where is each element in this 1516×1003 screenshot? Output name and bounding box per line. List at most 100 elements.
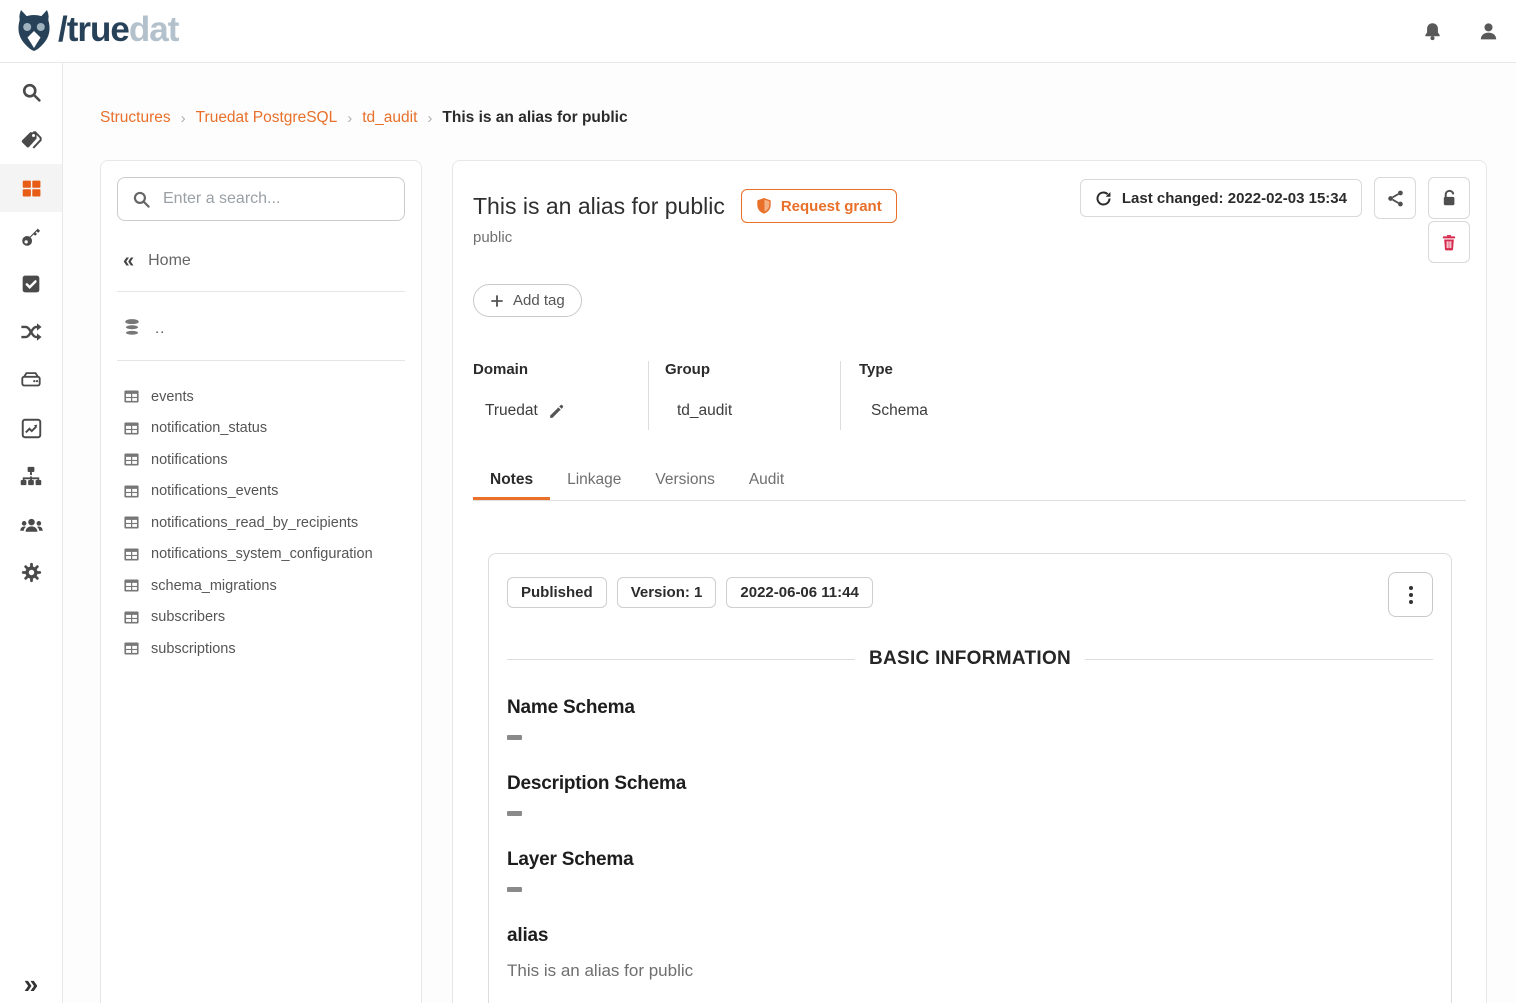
chevron-right-icon: ›	[347, 110, 352, 127]
nav-taxonomy-button[interactable]	[0, 452, 62, 500]
nav-structures-button[interactable]	[0, 164, 62, 212]
empty-value-dash	[507, 735, 522, 740]
edit-domain-button[interactable]	[548, 403, 565, 420]
table-icon	[123, 546, 140, 563]
nav-settings-button[interactable]	[0, 548, 62, 596]
nav-search-button[interactable]	[0, 68, 62, 116]
section-title: BASIC INFORMATION	[869, 648, 1071, 670]
structure-actions: Last changed: 2022-02-03 15:34	[1080, 177, 1470, 263]
user-account-button[interactable]	[1460, 0, 1516, 63]
type-value: Schema	[871, 402, 928, 420]
meta-type: Type Schema	[841, 361, 1466, 430]
explorer-parent-item[interactable]: ..	[123, 318, 399, 338]
table-list-item[interactable]: schema_migrations	[117, 570, 405, 602]
plus-icon	[490, 294, 504, 308]
field-label: Description Schema	[507, 773, 1433, 795]
tab-notes[interactable]: Notes	[473, 464, 550, 500]
table-icon	[123, 640, 140, 657]
date-badge: 2022-06-06 11:44	[726, 577, 872, 608]
field-value: This is an alias for public	[507, 961, 1433, 981]
refresh-icon	[1095, 190, 1112, 207]
table-list-item[interactable]: subscribers	[117, 602, 405, 634]
truedat-logo[interactable]: /truedat	[14, 8, 178, 52]
table-list-item[interactable]: notification_status	[117, 413, 405, 445]
request-grant-button[interactable]: Request grant	[741, 189, 897, 223]
gear-icon	[21, 562, 42, 583]
chevron-double-right-icon: »	[24, 969, 38, 999]
table-name: notification_status	[151, 420, 267, 436]
sitemap-icon	[20, 465, 42, 487]
note-field: Name Schema	[507, 697, 1433, 740]
table-name: notifications_read_by_recipients	[151, 515, 358, 531]
last-changed-label: Last changed: 2022-02-03 15:34	[1122, 190, 1347, 207]
explorer-home-link[interactable]: « Home	[123, 251, 399, 271]
tab-versions[interactable]: Versions	[638, 464, 731, 500]
note-menu-button[interactable]	[1388, 572, 1433, 617]
meta-group: Group td_audit	[649, 361, 841, 430]
note-field: Description Schema	[507, 773, 1433, 816]
shuffle-icon	[20, 321, 42, 343]
table-name: events	[151, 389, 194, 405]
nav-rail: »	[0, 63, 63, 1003]
unlock-button[interactable]	[1428, 177, 1470, 219]
divider	[117, 360, 405, 361]
search-icon	[21, 82, 42, 103]
nav-tags-button[interactable]	[0, 116, 62, 164]
breadcrumb-system[interactable]: Truedat PostgreSQL	[196, 109, 338, 127]
nav-dashboards-button[interactable]	[0, 404, 62, 452]
field-label: Layer Schema	[507, 849, 1433, 871]
section-header: BASIC INFORMATION	[507, 648, 1433, 670]
nav-quality-button[interactable]	[0, 260, 62, 308]
app-root: /truedat	[0, 0, 1516, 1003]
notifications-bell-button[interactable]	[1404, 0, 1460, 63]
expand-rail-button[interactable]: »	[0, 971, 62, 997]
owl-logo-icon	[14, 8, 54, 52]
table-list-item[interactable]: notifications_system_configuration	[117, 539, 405, 571]
nav-lineage-button[interactable]	[0, 308, 62, 356]
tab-linkage[interactable]: Linkage	[550, 464, 638, 500]
kebab-icon	[1409, 586, 1413, 590]
share-icon	[1386, 189, 1405, 208]
refresh-last-changed-button[interactable]: Last changed: 2022-02-03 15:34	[1080, 179, 1362, 217]
key-icon	[21, 226, 42, 247]
table-list-item[interactable]: events	[117, 381, 405, 413]
table-list: events notification_status	[117, 381, 405, 665]
pencil-icon	[548, 403, 565, 420]
group-value: td_audit	[677, 402, 732, 420]
delete-button[interactable]	[1428, 221, 1470, 263]
empty-value-dash	[507, 811, 522, 816]
table-list-item[interactable]: subscriptions	[117, 633, 405, 665]
lock-trash-stack	[1428, 177, 1470, 263]
nav-permissions-button[interactable]	[0, 212, 62, 260]
table-list-item[interactable]: notifications_read_by_recipients	[117, 507, 405, 539]
breadcrumb-group[interactable]: td_audit	[362, 109, 417, 127]
logo-wordmark: /truedat	[58, 10, 178, 50]
tab-audit[interactable]: Audit	[732, 464, 801, 500]
explorer-search-input[interactable]	[163, 190, 390, 208]
table-name: subscribers	[151, 609, 225, 625]
field-label: Name Schema	[507, 697, 1433, 719]
nav-systems-button[interactable]	[0, 356, 62, 404]
table-icon	[123, 483, 140, 500]
table-icon	[123, 609, 140, 626]
nav-groups-button[interactable]	[0, 500, 62, 548]
divider	[1085, 659, 1433, 660]
user-icon	[1478, 21, 1499, 42]
share-button[interactable]	[1374, 177, 1416, 219]
breadcrumb-current: This is an alias for public	[442, 109, 627, 127]
table-name: subscriptions	[151, 641, 236, 657]
breadcrumb-structures[interactable]: Structures	[100, 109, 171, 127]
table-list-item[interactable]: notifications_events	[117, 476, 405, 508]
structure-explorer-panel: « Home ..	[100, 160, 422, 1003]
domain-value: Truedat	[485, 402, 538, 420]
domain-label: Domain	[473, 361, 648, 378]
chevron-right-icon: ›	[427, 110, 432, 127]
empty-value-dash	[507, 887, 522, 892]
add-tag-button[interactable]: Add tag	[473, 284, 582, 317]
table-list-item[interactable]: notifications	[117, 444, 405, 476]
search-icon	[132, 190, 151, 209]
users-icon	[20, 513, 43, 536]
status-badge: Published	[507, 577, 607, 608]
version-badge: Version: 1	[617, 577, 717, 608]
group-label: Group	[665, 361, 840, 378]
